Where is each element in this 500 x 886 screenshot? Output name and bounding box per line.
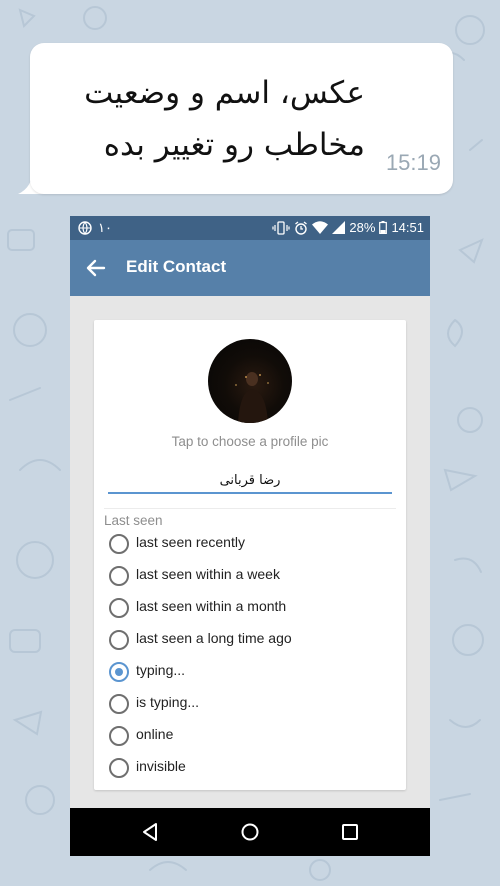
divider bbox=[104, 508, 396, 509]
radio-button[interactable] bbox=[109, 662, 129, 682]
contact-name-field[interactable] bbox=[108, 468, 392, 494]
radio-option-label: last seen within a week bbox=[136, 566, 280, 582]
radio-option-last-seen-recently[interactable]: last seen recently bbox=[94, 528, 406, 560]
radio-button[interactable] bbox=[109, 726, 129, 746]
signal-icon bbox=[332, 221, 346, 234]
vpn-globe-icon bbox=[78, 221, 92, 235]
radio-option-last-seen-long-ago[interactable]: last seen a long time ago bbox=[94, 624, 406, 656]
navigation-bar bbox=[70, 808, 430, 856]
radio-option-last-seen-week[interactable]: last seen within a week bbox=[94, 560, 406, 592]
status-bar: ۱۰ 28% 14:51 bbox=[70, 216, 430, 240]
radio-option-label: online bbox=[136, 726, 174, 742]
alarm-icon bbox=[295, 220, 308, 235]
radio-button[interactable] bbox=[109, 566, 129, 586]
arrow-back-icon[interactable] bbox=[82, 254, 110, 282]
radio-option-online[interactable]: online bbox=[94, 720, 406, 752]
page-title: Edit Contact bbox=[126, 257, 227, 276]
message-bubble: عکس، اسم و وضعیت مخاطب رو تغییر بده 15:1… bbox=[30, 43, 453, 194]
home-circle-icon[interactable] bbox=[238, 820, 262, 844]
vibrate-icon bbox=[272, 220, 291, 235]
radio-option-label: typing... bbox=[136, 662, 186, 678]
radio-button[interactable] bbox=[109, 598, 129, 618]
radio-option-label: is typing... bbox=[136, 694, 200, 710]
avatar-photo bbox=[235, 372, 269, 423]
radio-option-label: invisible bbox=[136, 758, 186, 774]
battery-percent: 28% bbox=[349, 220, 376, 235]
message-time: 15:19 bbox=[385, 150, 441, 175]
radio-button[interactable] bbox=[109, 758, 129, 778]
phone-screen: ۱۰ 28% 14:51 Edit Contact Tap to choose … bbox=[70, 216, 430, 856]
back-triangle-icon[interactable] bbox=[138, 820, 162, 844]
radio-option-label: last seen recently bbox=[136, 534, 245, 550]
radio-button[interactable] bbox=[109, 630, 129, 650]
profile-avatar[interactable] bbox=[208, 339, 292, 423]
battery-icon bbox=[379, 221, 388, 234]
status-left-number: ۱۰ bbox=[98, 220, 112, 235]
radio-button[interactable] bbox=[109, 694, 129, 714]
app-bar: Edit Contact bbox=[70, 240, 430, 296]
radio-option-is-typing[interactable]: is typing... bbox=[94, 688, 406, 720]
edit-contact-card: Tap to choose a profile pic Last seen la… bbox=[94, 320, 406, 790]
last-seen-options: last seen recently last seen within a we… bbox=[94, 528, 406, 784]
radio-option-typing[interactable]: typing... bbox=[94, 656, 406, 688]
status-clock: 14:51 bbox=[391, 220, 424, 235]
wifi-icon bbox=[312, 221, 329, 234]
radio-option-label: last seen a long time ago bbox=[136, 630, 292, 646]
message-text: عکس، اسم و وضعیت مخاطب رو تغییر بده bbox=[84, 75, 365, 163]
profile-pic-hint[interactable]: Tap to choose a profile pic bbox=[94, 434, 406, 449]
radio-button[interactable] bbox=[109, 534, 129, 554]
radio-option-label: last seen within a month bbox=[136, 598, 287, 614]
radio-option-invisible[interactable]: invisible bbox=[94, 752, 406, 784]
last-seen-label: Last seen bbox=[104, 513, 163, 528]
radio-option-last-seen-month[interactable]: last seen within a month bbox=[94, 592, 406, 624]
recents-square-icon[interactable] bbox=[338, 820, 362, 844]
